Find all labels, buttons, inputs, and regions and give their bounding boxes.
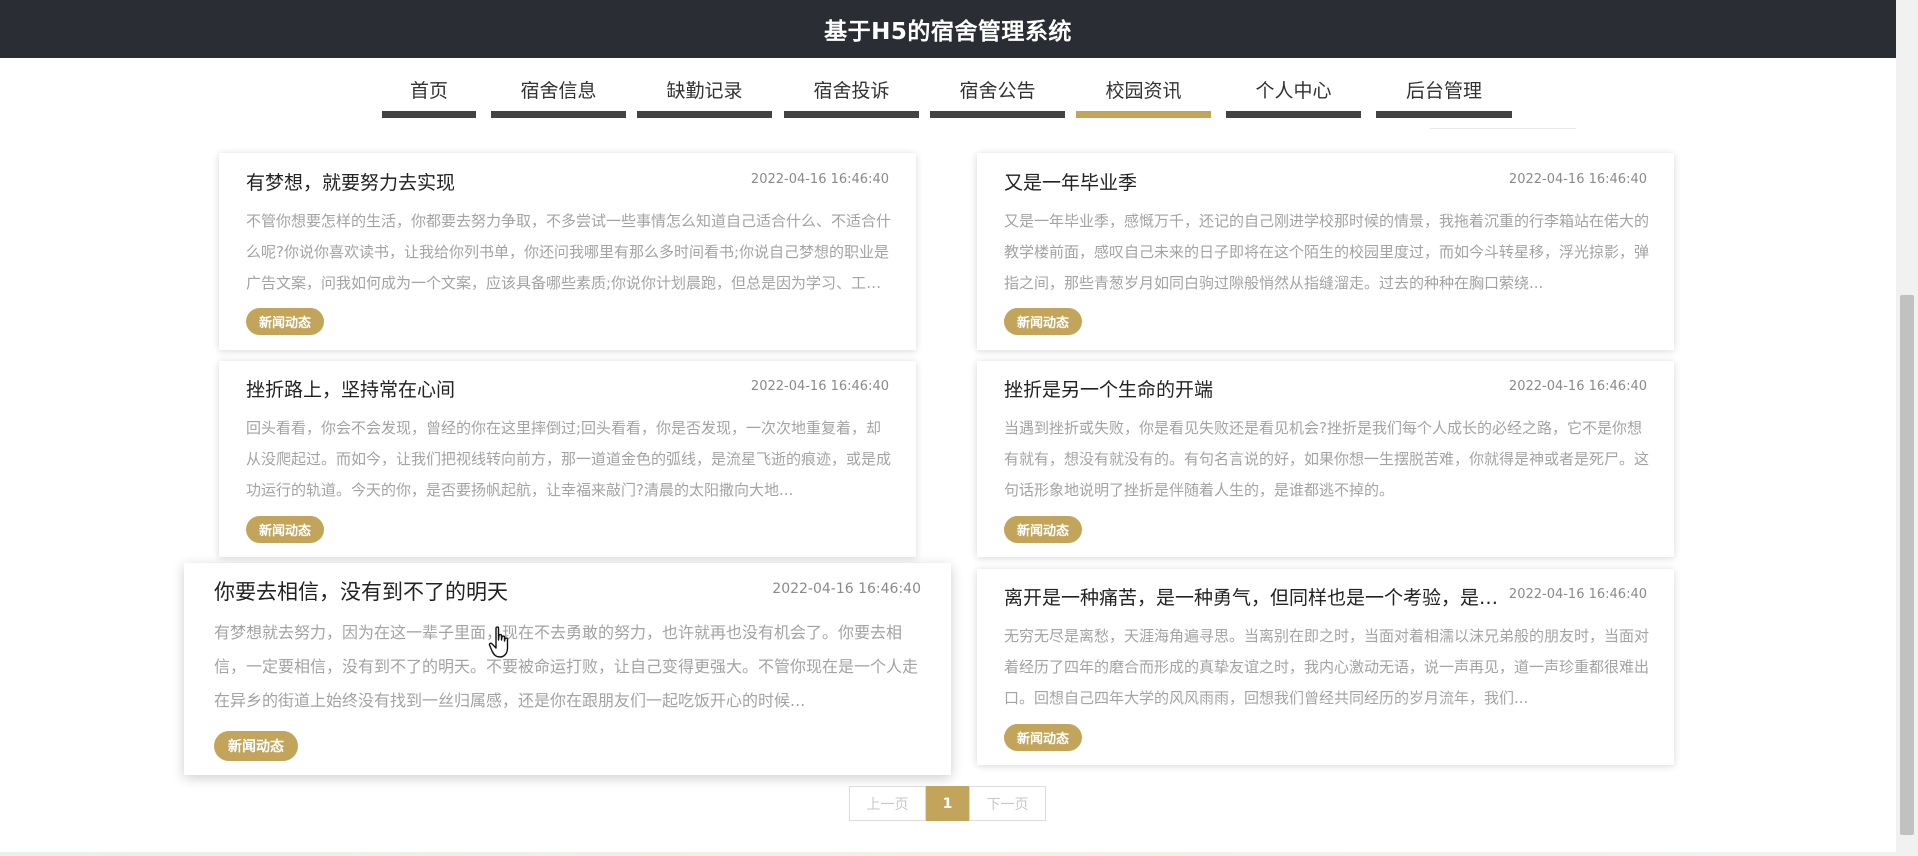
news-summary: 无穷无尽是离愁，天涯海角遍寻思。当离别在即之时，当面对着相濡以沫兄弟般的朋友时，… — [1004, 627, 1649, 707]
nav-underline — [1226, 111, 1361, 118]
news-summary: 又是一年毕业季，感慨万千，还记的自己刚进学校那时候的情景，我拖着沉重的行李箱站在… — [1004, 212, 1649, 292]
prev-page-button[interactable]: 上一页 — [849, 786, 926, 821]
news-date: 2022-04-16 16:46:40 — [1508, 172, 1647, 187]
nav-item-label: 宿舍投诉 — [813, 80, 890, 102]
nav-item-label: 缺勤记录 — [666, 80, 743, 102]
vertical-scrollbar[interactable] — [1896, 0, 1918, 856]
news-tag[interactable]: 新闻动态 — [214, 731, 298, 761]
scrollbar-thumb[interactable] — [1900, 295, 1914, 835]
news-title[interactable]: 有梦想，就要努力去实现 — [246, 168, 716, 195]
nav-underline — [382, 111, 476, 118]
news-card[interactable]: 离开是一种痛苦，是一种勇气，但同样也是一个考验，是一个新的开端 2022-04-… — [977, 569, 1674, 765]
news-title[interactable]: 又是一年毕业季 — [1004, 168, 1474, 195]
nav-item-label: 首页 — [409, 80, 448, 102]
news-date: 2022-04-16 16:46:40 — [772, 581, 921, 597]
main-nav: 首页 宿舍信息 缺勤记录 宿舍投诉 宿舍公告 校园资讯 个人中心 后台管理 — [0, 58, 1896, 120]
nav-underline — [930, 111, 1065, 118]
news-card[interactable]: 有梦想，就要努力去实现 2022-04-16 16:46:40 不管你想要怎样的… — [219, 153, 916, 350]
divider — [1430, 128, 1576, 129]
nav-item-label: 后台管理 — [1405, 80, 1482, 102]
nav-item-label: 宿舍信息 — [520, 80, 597, 102]
nav-item-label: 个人中心 — [1255, 80, 1332, 102]
nav-item-admin[interactable]: 后台管理 — [1376, 58, 1512, 120]
nav-item-notice[interactable]: 宿舍公告 — [930, 58, 1065, 120]
news-title[interactable]: 挫折是另一个生命的开端 — [1004, 375, 1474, 402]
nav-underline — [637, 111, 772, 118]
page-number-button[interactable]: 1 — [926, 786, 969, 821]
news-tag[interactable]: 新闻动态 — [1004, 516, 1083, 543]
nav-item-campus-news[interactable]: 校园资讯 — [1076, 58, 1211, 120]
news-summary: 有梦想就去努力，因为在这一辈子里面，现在不去勇敢的努力，也许就再也没有机会了。你… — [214, 623, 919, 710]
news-card-hovered[interactable]: 你要去相信，没有到不了的明天 2022-04-16 16:46:40 有梦想就去… — [184, 563, 951, 775]
nav-underline — [784, 111, 919, 118]
news-card[interactable]: 挫折路上，坚持常在心间 2022-04-16 16:46:40 回头看看，你会不… — [219, 361, 916, 557]
hand-cursor-icon — [488, 626, 509, 658]
nav-underline-active — [1076, 111, 1211, 118]
news-card[interactable]: 挫折是另一个生命的开端 2022-04-16 16:46:40 当遇到挫折或失败… — [977, 361, 1674, 557]
nav-underline — [491, 111, 626, 118]
news-card[interactable]: 又是一年毕业季 2022-04-16 16:46:40 又是一年毕业季，感慨万千… — [977, 153, 1674, 350]
news-title[interactable]: 离开是一种痛苦，是一种勇气，但同样也是一个考验，是一个新的开端 — [1004, 583, 1509, 610]
news-summary: 当遇到挫折或失败，你是看见失败还是看见机会?挫折是我们每个人成长的必经之路，它不… — [1004, 419, 1649, 499]
news-date: 2022-04-16 16:46:40 — [1508, 379, 1647, 394]
nav-item-dorm-info[interactable]: 宿舍信息 — [491, 58, 626, 120]
news-tag[interactable]: 新闻动态 — [246, 308, 325, 335]
news-tag[interactable]: 新闻动态 — [1004, 308, 1083, 335]
news-date: 2022-04-16 16:46:40 — [750, 172, 889, 187]
next-page-button[interactable]: 下一页 — [969, 786, 1046, 821]
nav-item-profile[interactable]: 个人中心 — [1226, 58, 1361, 120]
news-summary: 回头看看，你会不会发现，曾经的你在这里摔倒过;回头看看，你是否发现，一次次地重复… — [246, 419, 891, 499]
nav-item-complaint[interactable]: 宿舍投诉 — [784, 58, 919, 120]
news-tag[interactable]: 新闻动态 — [1004, 724, 1083, 751]
news-date: 2022-04-16 16:46:40 — [1508, 587, 1647, 602]
pagination: 上一页 1 下一页 — [849, 786, 1046, 821]
news-title[interactable]: 挫折路上，坚持常在心间 — [246, 375, 716, 402]
news-date: 2022-04-16 16:46:40 — [750, 379, 889, 394]
nav-underline — [1376, 111, 1512, 118]
nav-item-home[interactable]: 首页 — [382, 58, 476, 120]
top-header: 基于H5的宿舍管理系统 — [0, 0, 1896, 58]
news-summary: 不管你想要怎样的生活，你都要去努力争取，不多尝试一些事情怎么知道自己适合什么、不… — [246, 212, 891, 292]
bottom-strip — [0, 852, 1896, 856]
app-title: 基于H5的宿舍管理系统 — [824, 19, 1072, 45]
nav-item-absence[interactable]: 缺勤记录 — [637, 58, 772, 120]
news-title[interactable]: 你要去相信，没有到不了的明天 — [214, 576, 734, 606]
news-tag[interactable]: 新闻动态 — [246, 516, 325, 543]
nav-item-label: 校园资讯 — [1105, 80, 1182, 102]
nav-item-label: 宿舍公告 — [959, 80, 1036, 102]
